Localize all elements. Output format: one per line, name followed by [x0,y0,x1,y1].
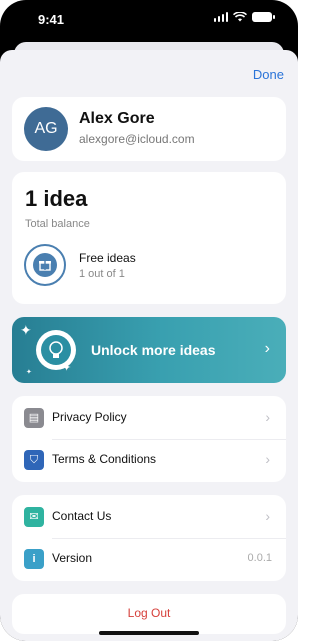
gift-icon [24,244,66,286]
info-icon: i [24,549,44,569]
status-icons [213,12,275,22]
unlock-label: Unlock more ideas [91,342,216,358]
balance-card: 1 idea Total balance Free ideas 1 out of… [12,172,286,304]
mail-icon: ✉ [24,507,44,527]
terms-label: Terms & Conditions [52,452,157,466]
contact-us-label: Contact Us [52,509,112,523]
terms-row[interactable]: ⛉ Terms & Conditions › [12,439,286,481]
privacy-policy-label: Privacy Policy [52,410,127,424]
logout-card: Log Out [12,594,286,634]
free-ideas-title: Free ideas [79,251,136,265]
version-row: i Version 0.0.1 [12,538,286,580]
lightbulb-head-icon [36,330,76,370]
profile-email: alexgore@icloud.com [79,132,195,146]
version-value: 0.0.1 [247,552,272,564]
status-bar: 9:41 [0,0,298,40]
balance-amount: 1 idea [25,186,88,211]
sparkle-icon: ✦ [26,369,32,376]
profile-name: Alex Gore [79,110,155,127]
version-label: Version [52,551,93,565]
legal-links-card: ▤ Privacy Policy › ⛉ Terms & Conditions … [12,396,286,482]
sparkle-icon: ✦ [20,322,32,338]
contact-us-row[interactable]: ✉ Contact Us › [12,496,286,538]
support-card: ✉ Contact Us › i Version 0.0.1 [12,495,286,581]
battery-icon [252,12,275,22]
balance-label: Total balance [25,218,90,230]
chevron-right-icon: › [264,340,270,357]
privacy-policy-row[interactable]: ▤ Privacy Policy › [12,397,286,439]
document-icon: ▤ [24,408,44,428]
phone-screen: 9:41 Done AG Alex Gore alexgore@icloud.c… [0,0,298,641]
logout-button[interactable]: Log Out [12,606,286,620]
shield-icon: ⛉ [24,450,44,470]
signal-icon [213,12,228,22]
avatar: AG [24,107,68,151]
profile-card: AG Alex Gore alexgore@icloud.com [12,97,286,161]
home-indicator [99,631,199,635]
status-time: 9:41 [38,12,65,27]
done-button[interactable]: Done [253,67,284,82]
chevron-right-icon: › [265,451,270,467]
wifi-icon [233,12,247,22]
chevron-right-icon: › [265,508,270,524]
free-ideas-count: 1 out of 1 [79,268,125,280]
chevron-right-icon: › [265,409,270,425]
unlock-more-ideas-button[interactable]: ✦ ✦ ✦ Unlock more ideas › [12,317,286,383]
